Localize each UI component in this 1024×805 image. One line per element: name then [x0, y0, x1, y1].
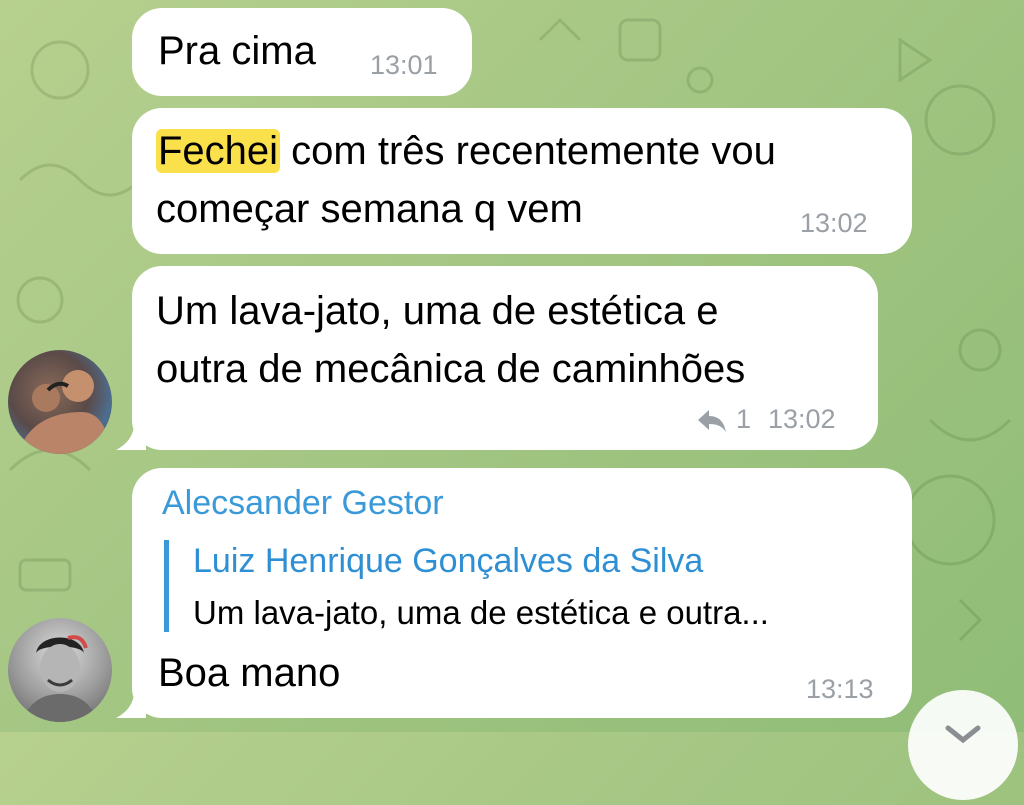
reply-author: Luiz Henrique Gonçalves da Silva	[193, 542, 704, 580]
search-highlight: Fechei	[156, 129, 281, 173]
reply-count: 1	[736, 404, 752, 434]
sender-name[interactable]: Alecsander Gestor	[162, 484, 444, 523]
message-text: Boa mano	[158, 651, 341, 695]
quoted-reply[interactable]: Luiz Henrique Gonçalves da Silva Um lava…	[164, 540, 889, 632]
reply-arrow-icon	[696, 408, 728, 439]
message-time: 13:02	[800, 208, 868, 238]
message-text: Fechei com três recentemente vou começar…	[156, 122, 776, 238]
message-time: 13:02	[768, 404, 836, 434]
message-time: 13:13	[806, 674, 874, 704]
chevron-down-icon	[945, 725, 981, 744]
avatar[interactable]	[8, 618, 112, 722]
message-text: Pra cima	[158, 29, 316, 73]
bubble-tail	[116, 692, 146, 718]
message-time: 13:01	[370, 50, 438, 80]
message-bubble[interactable]: Alecsander Gestor Luiz Henrique Gonçalve…	[132, 468, 912, 718]
scroll-down-button[interactable]	[908, 690, 1018, 800]
message-bubble[interactable]: Pra cima 13:01	[132, 8, 472, 96]
message-bubble[interactable]: Fechei com três recentemente vou começar…	[132, 108, 912, 254]
message-text: Um lava-jato, uma de estética e outra de…	[156, 289, 746, 391]
bubble-tail	[116, 424, 146, 450]
reply-preview: Um lava-jato, uma de estética e outra...	[193, 594, 769, 631]
message-bubble[interactable]: Um lava-jato, uma de estética e outra de…	[132, 266, 878, 450]
avatar[interactable]	[8, 350, 112, 454]
